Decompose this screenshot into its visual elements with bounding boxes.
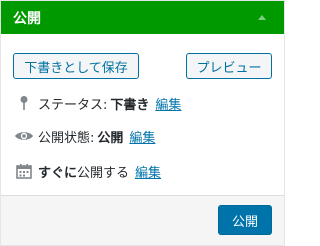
status-row: ステータス: 下書き 編集 bbox=[1, 93, 284, 113]
minor-publishing-actions: 下書きとして保存 プレビュー bbox=[1, 34, 284, 79]
status-label: ステータス: bbox=[38, 97, 108, 113]
schedule-label: すぐに bbox=[38, 165, 78, 181]
status-value: 下書き bbox=[110, 97, 150, 113]
visibility-label: 公開状態: bbox=[38, 130, 95, 146]
save-draft-button[interactable]: 下書きとして保存 bbox=[13, 53, 139, 79]
eye-icon bbox=[13, 129, 35, 143]
visibility-row: 公開状態: 公開 編集 bbox=[1, 126, 284, 146]
schedule-edit-link[interactable]: 編集 bbox=[135, 162, 161, 181]
publish-button[interactable]: 公開 bbox=[218, 205, 272, 235]
publish-box: 公開 下書きとして保存 プレビュー ステータス: 下書き 編集 公開状態: 公開… bbox=[0, 0, 285, 246]
visibility-value: 公開 bbox=[97, 130, 124, 146]
calendar-icon bbox=[13, 163, 35, 179]
schedule-row: すぐに 公開する 編集 bbox=[1, 161, 284, 181]
visibility-edit-link[interactable]: 編集 bbox=[129, 127, 155, 146]
schedule-label-rest: 公開する bbox=[77, 165, 130, 181]
panel-title: 公開 bbox=[13, 10, 41, 27]
status-edit-link[interactable]: 編集 bbox=[155, 94, 181, 113]
publish-box-header[interactable]: 公開 bbox=[1, 1, 284, 34]
pin-icon bbox=[13, 95, 35, 111]
preview-button[interactable]: プレビュー bbox=[186, 53, 272, 79]
collapse-toggle-icon[interactable] bbox=[258, 15, 266, 20]
major-publishing-actions: 公開 bbox=[1, 195, 284, 245]
